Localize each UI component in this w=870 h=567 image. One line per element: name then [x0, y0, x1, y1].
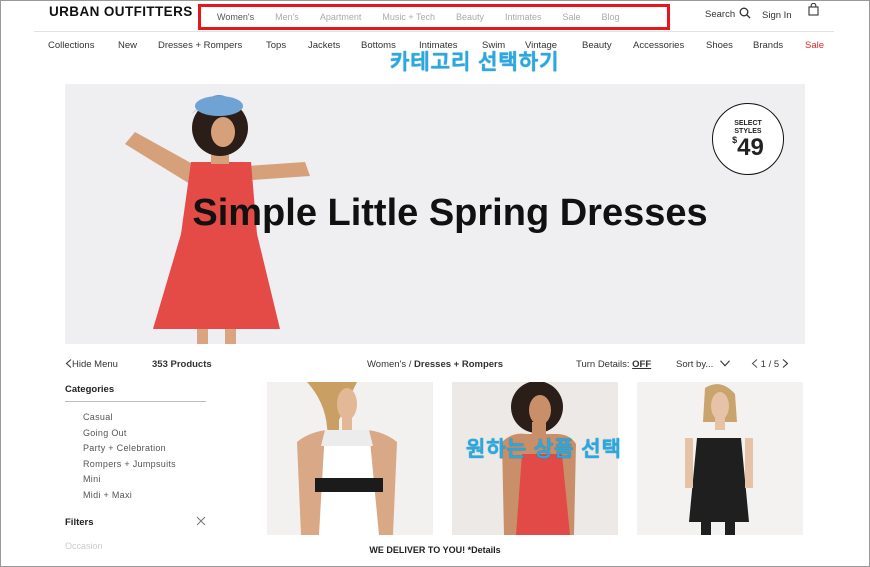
sort-dropdown[interactable]: Sort by...: [676, 359, 730, 370]
header-divider: [34, 31, 834, 32]
hide-menu-button[interactable]: Hide Menu: [65, 359, 118, 370]
chevron-down-icon: [720, 360, 730, 367]
logo[interactable]: URBAN OUTFITTERS: [49, 4, 193, 19]
product-image: [297, 382, 397, 535]
delivery-banner[interactable]: WE DELIVER TO YOU! *Details: [0, 545, 870, 555]
sidebar-item-rompers-jumpsuits[interactable]: Rompers + Jumpsuits: [83, 459, 176, 469]
prev-page-icon[interactable]: [751, 359, 758, 368]
cat-nav-brands[interactable]: Brands: [753, 40, 783, 51]
filters-heading: Filters: [65, 517, 94, 528]
cat-nav-accessories[interactable]: Accessories: [633, 40, 684, 51]
sign-in-link[interactable]: Sign In: [762, 10, 792, 21]
sort-label: Sort by...: [676, 359, 714, 370]
search-label: Search: [705, 9, 736, 20]
cat-nav-collections[interactable]: Collections: [48, 40, 94, 51]
top-nav-beauty[interactable]: Beauty: [456, 12, 484, 22]
sidebar-item-going-out[interactable]: Going Out: [83, 428, 127, 438]
badge-line-1: SELECT: [734, 120, 762, 127]
pagination: 1 / 5: [751, 359, 789, 370]
select-category-annotation: 카테고리 선택하기: [390, 51, 560, 74]
breadcrumb-current: Dresses + Rompers: [414, 359, 504, 370]
page-separator: /: [768, 359, 772, 370]
turn-details-value: OFF: [632, 359, 652, 370]
top-nav-music-tech[interactable]: Music + Tech: [382, 12, 435, 22]
page-total: 5: [773, 359, 780, 370]
search-button[interactable]: Search: [705, 7, 751, 20]
hide-menu-label: Hide Menu: [72, 359, 118, 370]
product-count: 353 Products: [152, 359, 212, 370]
hero-title: Simple Little Spring Dresses: [192, 192, 708, 234]
product-image: [685, 384, 753, 535]
cat-nav-sale[interactable]: Sale: [805, 40, 824, 51]
product-card[interactable]: [637, 382, 803, 535]
breadcrumb: Women's / Dresses + Rompers: [367, 359, 503, 370]
sidebar-item-casual[interactable]: Casual: [83, 412, 113, 422]
top-nav-blog[interactable]: Blog: [602, 12, 620, 22]
turn-details-toggle[interactable]: Turn Details: OFF: [576, 359, 651, 370]
top-nav-sale[interactable]: Sale: [563, 12, 581, 22]
cat-nav-jackets[interactable]: Jackets: [308, 40, 340, 51]
search-icon: [739, 7, 751, 18]
page-current[interactable]: 1: [761, 359, 766, 370]
categories-divider: [65, 401, 206, 402]
sidebar-item-midi-maxi[interactable]: Midi + Maxi: [83, 490, 132, 500]
badge-price: 49: [737, 134, 764, 161]
shopping-bag-icon: [808, 3, 819, 16]
breadcrumb-parent[interactable]: Women's: [367, 359, 406, 370]
breadcrumb-separator: /: [406, 359, 415, 370]
top-nav-intimates[interactable]: Intimates: [505, 12, 542, 22]
close-filters-icon[interactable]: [196, 516, 206, 526]
top-nav-apartment[interactable]: Apartment: [320, 12, 362, 22]
price-badge: SELECT STYLES $49: [712, 103, 784, 175]
top-nav-mens[interactable]: Men's: [275, 12, 299, 22]
cat-nav-dresses-rompers[interactable]: Dresses + Rompers: [158, 40, 242, 51]
hero-banner[interactable]: Simple Little Spring Dresses SELECT STYLE…: [65, 84, 805, 344]
cat-nav-tops[interactable]: Tops: [266, 40, 286, 51]
bag-button[interactable]: [808, 3, 819, 16]
turn-details-label: Turn Details:: [576, 359, 630, 370]
top-nav: Women's Men's Apartment Music + Tech Bea…: [198, 4, 670, 30]
select-product-annotation: 원하는 상품 선택: [466, 438, 622, 461]
cat-nav-beauty[interactable]: Beauty: [582, 40, 612, 51]
cat-nav-new[interactable]: New: [118, 40, 137, 51]
chevron-left-icon: [65, 359, 72, 368]
sidebar-item-party-celebration[interactable]: Party + Celebration: [83, 443, 166, 453]
next-page-icon[interactable]: [782, 359, 789, 368]
top-nav-womens[interactable]: Women's: [217, 12, 254, 22]
cat-nav-shoes[interactable]: Shoes: [706, 40, 733, 51]
categories-heading: Categories: [65, 384, 115, 395]
product-card[interactable]: [267, 382, 433, 535]
sidebar-item-mini[interactable]: Mini: [83, 474, 101, 484]
